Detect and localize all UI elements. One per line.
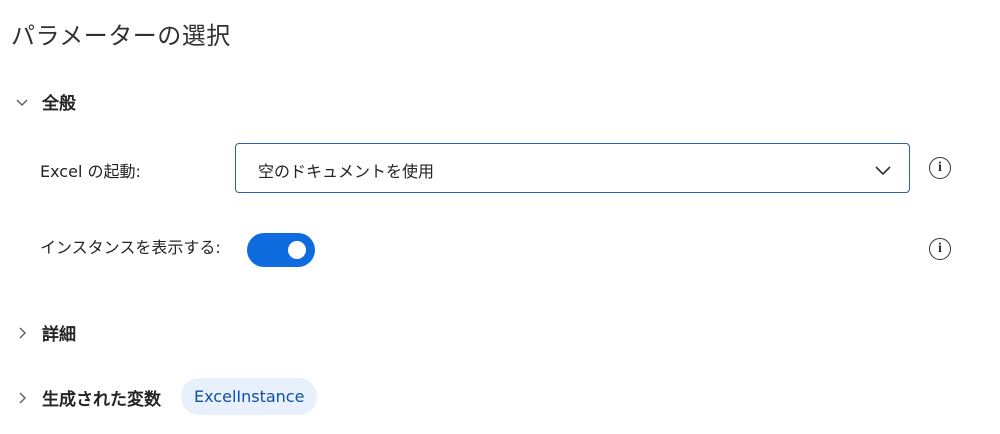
chevron-down-icon bbox=[873, 160, 893, 180]
chevron-down-icon bbox=[14, 94, 30, 110]
launch-excel-dropdown[interactable]: 空のドキュメントを使用 bbox=[235, 143, 910, 193]
chevron-right-icon bbox=[14, 325, 30, 341]
chevron-right-icon bbox=[14, 390, 30, 406]
section-general-header[interactable]: 全般 bbox=[14, 89, 76, 114]
page-title: パラメーターの選択 bbox=[11, 22, 231, 50]
variable-chip-excel-instance[interactable]: ExcelInstance bbox=[181, 378, 318, 415]
toggle-knob bbox=[288, 241, 306, 259]
show-instance-toggle[interactable] bbox=[247, 233, 315, 267]
section-variables-label: 生成された変数 bbox=[42, 390, 161, 410]
launch-excel-value: 空のドキュメントを使用 bbox=[258, 162, 435, 181]
info-icon[interactable]: i bbox=[929, 238, 951, 260]
section-details-header[interactable]: 詳細 bbox=[14, 320, 76, 345]
section-general-label: 全般 bbox=[42, 94, 76, 114]
section-details-label: 詳細 bbox=[42, 325, 76, 345]
launch-excel-label: Excel の起動: bbox=[40, 162, 141, 181]
info-icon[interactable]: i bbox=[929, 157, 951, 179]
section-variables-header[interactable]: 生成された変数 bbox=[14, 385, 161, 410]
show-instance-label: インスタンスを表示する: bbox=[40, 238, 221, 257]
